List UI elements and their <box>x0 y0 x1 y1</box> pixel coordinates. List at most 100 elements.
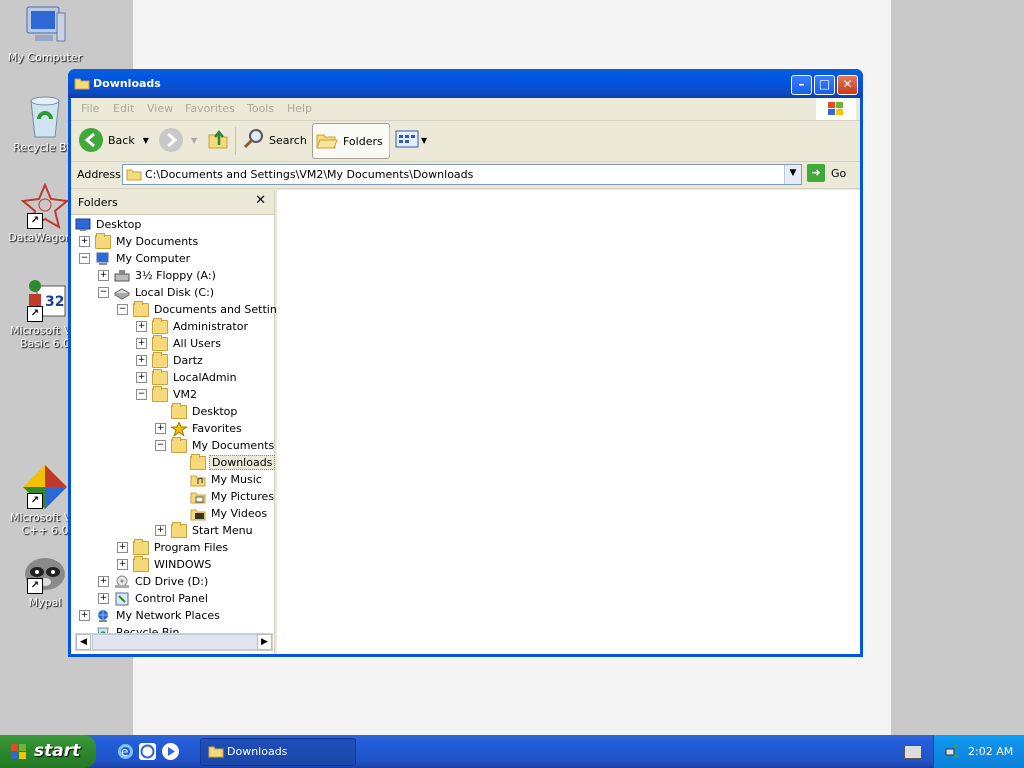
expand-icon[interactable]: + <box>117 542 128 553</box>
search-button[interactable]: Search <box>242 123 307 157</box>
tree-node-my-music[interactable]: My Music <box>174 471 264 488</box>
folder-icon <box>152 317 168 334</box>
network-connection-icon[interactable] <box>944 743 960 762</box>
go-button[interactable]: ➜ Go <box>807 164 846 182</box>
collapse-icon[interactable]: − <box>155 440 166 451</box>
outlook-express-icon[interactable] <box>139 743 156 760</box>
internet-explorer-icon[interactable]: e <box>117 743 134 760</box>
tree-node-my-computer[interactable]: − My Computer <box>79 250 192 267</box>
tree-node-all-users[interactable]: + All Users <box>136 334 223 352</box>
tree-node-label: Favorites <box>192 422 242 435</box>
address-dropdown-button[interactable]: ▼ <box>784 165 801 184</box>
tree-node-favorites[interactable]: + Favorites <box>155 420 244 437</box>
tree-node-vm2[interactable]: − VM2 <box>136 385 199 403</box>
folders-pane-close-button[interactable]: ✕ <box>255 193 266 208</box>
tree-node-administrator[interactable]: + Administrator <box>136 317 250 335</box>
expand-icon[interactable]: + <box>136 321 147 332</box>
tree-node-desktop[interactable]: Desktop <box>75 216 143 233</box>
expand-icon[interactable]: + <box>136 372 147 383</box>
tree-node-vm2-my-documents[interactable]: − My Documents <box>155 436 276 454</box>
tree-node-label: All Users <box>173 337 221 350</box>
minimize-button[interactable]: – <box>791 75 812 95</box>
menu-view[interactable]: View <box>147 102 173 115</box>
horizontal-scrollbar[interactable]: ◀ ▶ <box>75 633 273 651</box>
tree-node-label: LocalAdmin <box>173 371 237 384</box>
tree-node-label: My Documents <box>192 439 275 452</box>
views-dropdown-icon: ▼ <box>421 135 428 145</box>
expand-icon[interactable]: + <box>136 355 147 366</box>
tree-node-vm2-desktop[interactable]: Desktop <box>155 402 239 420</box>
tree-node-my-network-places[interactable]: + My Network Places <box>79 607 222 624</box>
start-label: start <box>34 741 81 761</box>
keyboard-icon[interactable] <box>904 745 922 759</box>
back-arrow-icon <box>79 128 103 152</box>
folder-icon <box>171 521 187 538</box>
tree-node-label: Dartz <box>173 354 203 367</box>
file-list-pane[interactable] <box>277 190 860 654</box>
expand-icon[interactable]: + <box>117 559 128 570</box>
tree-node-documents-and-settings[interactable]: − Documents and Settings <box>117 300 292 318</box>
expand-icon[interactable]: + <box>98 576 109 587</box>
desktop-icon-my-computer[interactable]: My Computer <box>0 3 90 64</box>
tree-node-start-menu[interactable]: + Start Menu <box>155 521 255 539</box>
collapse-icon[interactable]: − <box>79 253 90 264</box>
chevron-down-icon: ▼ <box>789 168 797 178</box>
collapse-icon[interactable]: − <box>117 304 128 315</box>
go-label: Go <box>831 166 847 180</box>
tree-node-control-panel[interactable]: + Control Panel <box>98 590 210 607</box>
expand-icon[interactable]: + <box>155 423 166 434</box>
datawagon-icon: ↗ <box>20 182 70 231</box>
forward-button[interactable]: ▼ <box>159 123 197 157</box>
collapse-icon[interactable]: − <box>136 389 147 400</box>
menu-help[interactable]: Help <box>287 102 312 115</box>
tree-node-label: Control Panel <box>135 592 208 605</box>
tree-node-localadmin[interactable]: + LocalAdmin <box>136 368 239 386</box>
expand-icon[interactable]: + <box>98 270 109 281</box>
maximize-button[interactable]: □ <box>814 75 835 95</box>
start-button[interactable]: start <box>0 735 96 768</box>
folders-label: Folders <box>343 134 383 148</box>
menu-favorites[interactable]: Favorites <box>185 102 235 115</box>
tree-node-floppy[interactable]: + 3½ Floppy (A:) <box>98 267 218 284</box>
windows-logo-icon <box>816 98 856 120</box>
pictures-folder-icon <box>190 490 206 504</box>
shortcut-arrow-icon: ↗ <box>27 493 43 509</box>
folders-pane: Folders ✕ Desktop + My Documents − My Co… <box>71 190 290 654</box>
expand-icon[interactable]: + <box>155 525 166 536</box>
folders-button[interactable]: Folders <box>312 123 390 159</box>
menu-edit[interactable]: Edit <box>113 102 134 115</box>
views-button[interactable]: ▼ <box>395 123 427 157</box>
menu-tools[interactable]: Tools <box>247 102 274 115</box>
tree-node-downloads[interactable]: Downloads <box>174 453 276 471</box>
forward-arrow-icon <box>159 128 183 152</box>
tree-node-my-documents[interactable]: + My Documents <box>79 232 200 250</box>
tree-node-cd-drive[interactable]: + CD Drive (D:) <box>98 573 210 590</box>
tree-node-program-files[interactable]: + Program Files <box>117 538 230 556</box>
scroll-right-button[interactable]: ▶ <box>257 634 272 650</box>
up-folder-button[interactable] <box>207 123 231 157</box>
menu-file[interactable]: File <box>81 102 99 115</box>
tree-node-dartz[interactable]: + Dartz <box>136 351 205 369</box>
media-player-icon[interactable] <box>162 743 179 760</box>
tree-node-my-videos[interactable]: My Videos <box>174 505 269 522</box>
tree-node-windows[interactable]: + WINDOWS <box>117 555 213 573</box>
expand-icon[interactable]: + <box>79 610 90 621</box>
scrollbar-thumb[interactable] <box>92 634 258 650</box>
expand-icon[interactable]: + <box>98 593 109 604</box>
folders-pane-header: Folders ✕ <box>71 190 274 215</box>
title-bar[interactable]: Downloads – □ ✕ <box>68 69 863 98</box>
expand-icon[interactable]: + <box>79 236 90 247</box>
close-button[interactable]: ✕ <box>837 75 858 95</box>
back-button[interactable]: Back ▼ <box>79 123 149 157</box>
collapse-icon[interactable]: − <box>98 287 109 298</box>
taskbar-button-downloads[interactable]: Downloads <box>200 738 356 766</box>
folder-icon <box>208 744 224 758</box>
tree-node-local-disk[interactable]: − Local Disk (C:) <box>98 284 216 301</box>
back-dropdown-icon[interactable]: ▼ <box>143 136 149 145</box>
tree-node-label: Start Menu <box>192 524 253 537</box>
tree-node-my-pictures[interactable]: My Pictures <box>174 488 276 505</box>
scroll-left-button[interactable]: ◀ <box>76 634 91 650</box>
address-input[interactable]: C:\Documents and Settings\VM2\My Documen… <box>122 164 802 185</box>
clock[interactable]: 2:02 AM <box>968 745 1013 758</box>
expand-icon[interactable]: + <box>136 338 147 349</box>
